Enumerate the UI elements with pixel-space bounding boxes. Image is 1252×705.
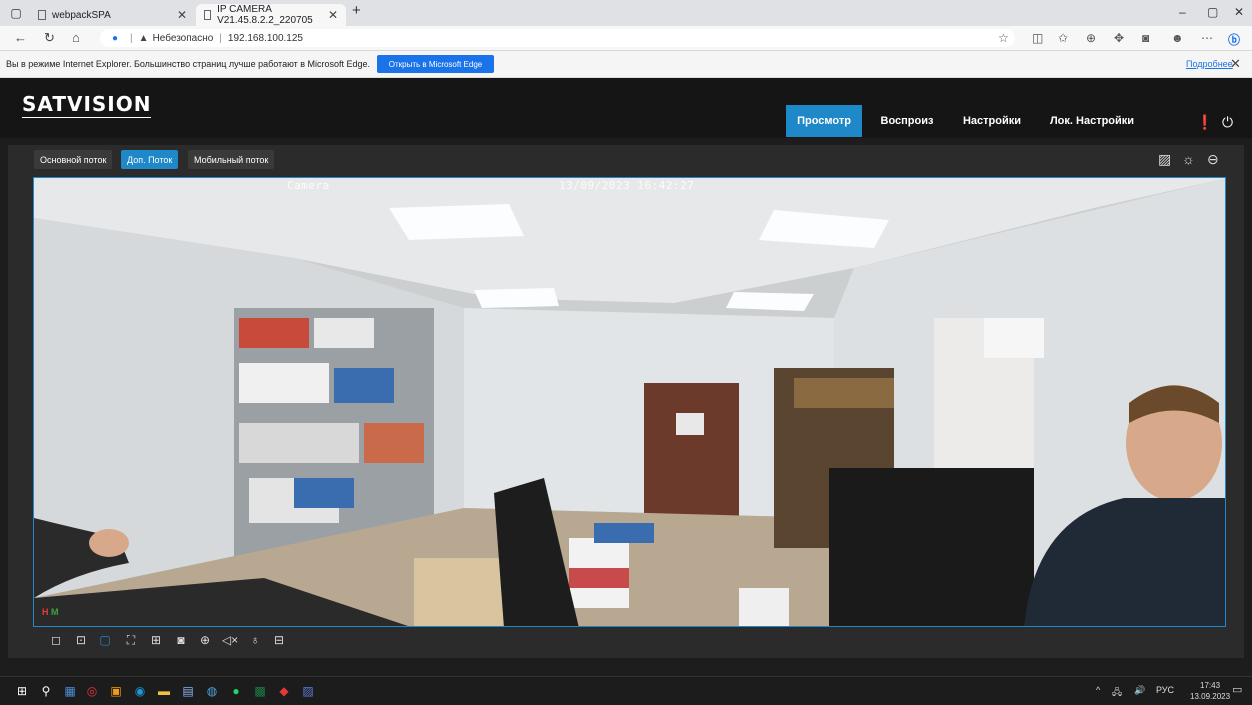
volume-icon[interactable]: 🔊 [1134, 685, 1145, 696]
tab-label: IP CAMERA V21.45.8.2.2_220705 [217, 4, 313, 26]
osd-settings-icon[interactable]: ⊟ [270, 631, 288, 649]
profile-icon[interactable]: ☻ [1171, 31, 1184, 45]
excel-icon[interactable]: ▩ [252, 683, 268, 699]
back-icon[interactable]: ← [14, 30, 27, 45]
page-icon [38, 10, 46, 20]
tab-ip-camera[interactable]: IP CAMERA V21.45.8.2.2_220705 ✕ [196, 4, 346, 26]
notifications-icon[interactable]: ▭ [1232, 683, 1242, 696]
close-tab-icon[interactable]: ✕ [177, 8, 187, 22]
restore-button[interactable]: ▢ [1207, 5, 1218, 19]
whatsapp-icon[interactable]: ● [228, 683, 244, 699]
warning-icon[interactable]: ▲ [139, 33, 149, 44]
infobar-message: Вы в режиме Internet Explorer. Большинст… [6, 59, 371, 69]
menu-playback[interactable]: Воспроиз [870, 105, 944, 137]
opera-icon[interactable]: ◎ [84, 683, 100, 699]
network-icon[interactable]: 🖧 [1112, 685, 1122, 701]
minimize-button[interactable]: – [1179, 5, 1186, 19]
ie-mode-infobar: Вы в режиме Internet Explorer. Большинст… [0, 51, 1252, 78]
edge-icon[interactable]: ◉ [132, 683, 148, 699]
stop-icon[interactable]: ◻ [47, 631, 65, 649]
calculator-icon[interactable]: ▦ [62, 683, 78, 699]
fullscreen-icon[interactable]: ⛶ [122, 631, 140, 649]
app-icon[interactable]: ▨ [300, 683, 316, 699]
clock[interactable]: 17:43 13.09.2023 [1190, 680, 1230, 702]
tab-label: webpackSPA [52, 9, 111, 21]
app-icon[interactable]: ▤ [180, 683, 196, 699]
split-screen-icon[interactable]: ◫ [1032, 31, 1043, 45]
main-stream-button[interactable]: Основной поток [34, 150, 113, 169]
url-text[interactable]: 192.168.100.125 [228, 33, 303, 44]
app-icon[interactable]: ▣ [108, 683, 124, 699]
refresh-icon[interactable]: ↻ [44, 30, 55, 46]
window-close-button[interactable]: ✕ [1234, 5, 1244, 19]
video-view[interactable]: Camera 13/09/2023 16:42:27 H M [33, 177, 1226, 627]
favorite-star-icon[interactable]: ☆ [998, 31, 1009, 45]
home-icon[interactable]: ⌂ [72, 30, 80, 45]
ie-mode-icon[interactable]: ● [112, 33, 118, 44]
address-field[interactable]: ● | ▲ Небезопасно | 192.168.100.125 [100, 29, 1015, 47]
windows-taskbar: ⊞ ⚲ ▦ ◎ ▣ ◉ ▬ ▤ ◍ ● ▩ ◆ ▨ ^ 🖧 🔊 РУС 17:4… [0, 676, 1252, 705]
address-bar-row: ← ↻ ⌂ ● | ▲ Небезопасно | 192.168.100.12… [0, 26, 1252, 51]
clock-date: 13.09.2023 [1190, 692, 1231, 701]
image-adjust-icon[interactable]: ▨ [1158, 151, 1171, 168]
menu-live-view[interactable]: Просмотр [786, 105, 862, 137]
favorites-icon[interactable]: ✩ [1058, 31, 1068, 45]
fit-window-icon[interactable]: ▢ [96, 631, 114, 649]
language-indicator[interactable]: РУС [1156, 685, 1174, 695]
search-icon[interactable]: ⚲ [38, 683, 54, 699]
extensions-icon[interactable]: ✥ [1114, 31, 1124, 45]
ptz-icon[interactable]: ⊖ [1207, 151, 1219, 168]
infobar-close-button[interactable]: ✕ [1230, 56, 1241, 72]
satvision-logo: SATVISION [22, 92, 152, 118]
record-icon[interactable]: ⊞ [147, 631, 165, 649]
browser-tab-bar: ▢ webpackSPA ✕ IP CAMERA V21.45.8.2.2_22… [0, 0, 1252, 26]
more-menu-icon[interactable]: ⋯ [1201, 31, 1213, 45]
close-tab-icon[interactable]: ✕ [328, 8, 338, 22]
bing-icon[interactable]: ⓑ [1228, 31, 1240, 48]
window-split-icon[interactable]: ⊡ [72, 631, 90, 649]
security-label[interactable]: Небезопасно [153, 33, 214, 44]
tab-webpackspa[interactable]: webpackSPA ✕ [30, 4, 195, 26]
mobile-stream-button[interactable]: Мобильный поток [188, 150, 275, 169]
power-icon[interactable]: ⏻ [1222, 114, 1233, 131]
menu-local-settings[interactable]: Лок. Настройки [1040, 105, 1144, 137]
browser-essentials-icon[interactable]: ◙ [1142, 31, 1149, 45]
snapshot-icon[interactable]: ◙ [172, 631, 190, 649]
mute-icon[interactable]: ◁× [221, 631, 239, 649]
zoom-icon[interactable]: ⊕ [196, 631, 214, 649]
brightness-icon[interactable]: ☼ [1182, 151, 1195, 167]
chrome-icon[interactable]: ◍ [204, 683, 220, 699]
anydesk-icon[interactable]: ◆ [276, 683, 292, 699]
open-in-edge-button[interactable]: Открыть в Microsoft Edge [377, 55, 494, 73]
tab-actions-icon[interactable]: ▢ [8, 5, 24, 21]
separator: | [219, 32, 222, 44]
windows-start-icon[interactable]: ⊞ [14, 683, 30, 699]
collections-icon[interactable]: ⊕ [1086, 31, 1096, 45]
tray-chevron-icon[interactable]: ^ [1096, 685, 1100, 695]
osd-camera-name: Camera [287, 179, 330, 192]
app-header: SATVISION Просмотр Воспроиз Настройки Ло… [0, 78, 1252, 138]
menu-settings[interactable]: Настройки [952, 105, 1032, 137]
sub-stream-button[interactable]: Доп. Поток [121, 150, 179, 169]
h-indicator: H [42, 607, 49, 617]
more-info-link[interactable]: Подробнее [1186, 59, 1233, 69]
file-explorer-icon[interactable]: ▬ [156, 683, 172, 699]
microphone-icon[interactable]: ♁ [246, 631, 264, 649]
m-indicator: M [51, 607, 59, 617]
stream-indicator: H M [42, 607, 59, 617]
alert-icon[interactable]: ❗ [1196, 114, 1213, 131]
separator: | [130, 32, 133, 44]
page-icon [204, 10, 212, 20]
clock-time: 17:43 [1200, 681, 1221, 690]
camera-scene [34, 178, 1225, 626]
new-tab-button[interactable]: + [352, 2, 361, 19]
osd-timestamp: 13/09/2023 16:42:27 [559, 179, 695, 192]
